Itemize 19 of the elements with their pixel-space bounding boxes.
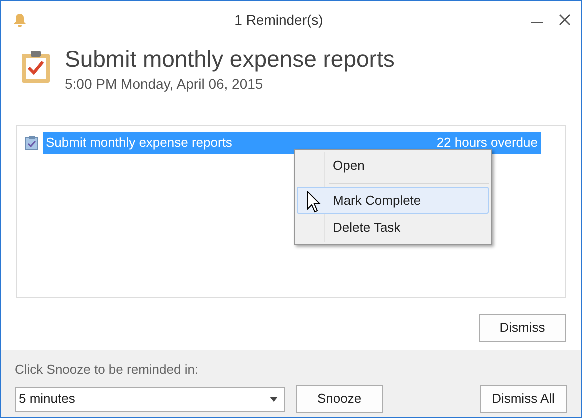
window-title: 1 Reminder(s) [234,10,324,30]
reminder-time: 5:00 PM Monday, April 06, 2015 [65,75,264,94]
close-icon[interactable] [559,14,571,26]
task-icon [25,136,39,151]
snooze-button[interactable]: Snooze [296,385,383,413]
bell-icon [13,12,27,28]
dismiss-button[interactable]: Dismiss [479,314,566,342]
reminder-subject: Submit monthly expense reports [65,47,395,72]
dropdown-arrow-icon [270,396,278,402]
task-icon [21,50,51,84]
due-time: 22 hours overdue [436,134,538,152]
dismiss-all-button[interactable]: Dismiss All [480,385,567,413]
mouse-pointer-icon [307,191,321,213]
reminder-subject: Submit monthly expense reports [46,134,232,152]
menu-item[interactable]: Open [297,152,489,180]
snooze-time-dropdown[interactable]: 5 minutes [15,386,285,412]
menu-item[interactable]: Delete Task [297,214,489,242]
menu-item[interactable]: Mark Complete [297,186,489,214]
snooze-prompt: Click Snooze to be reminded in: [15,360,200,379]
